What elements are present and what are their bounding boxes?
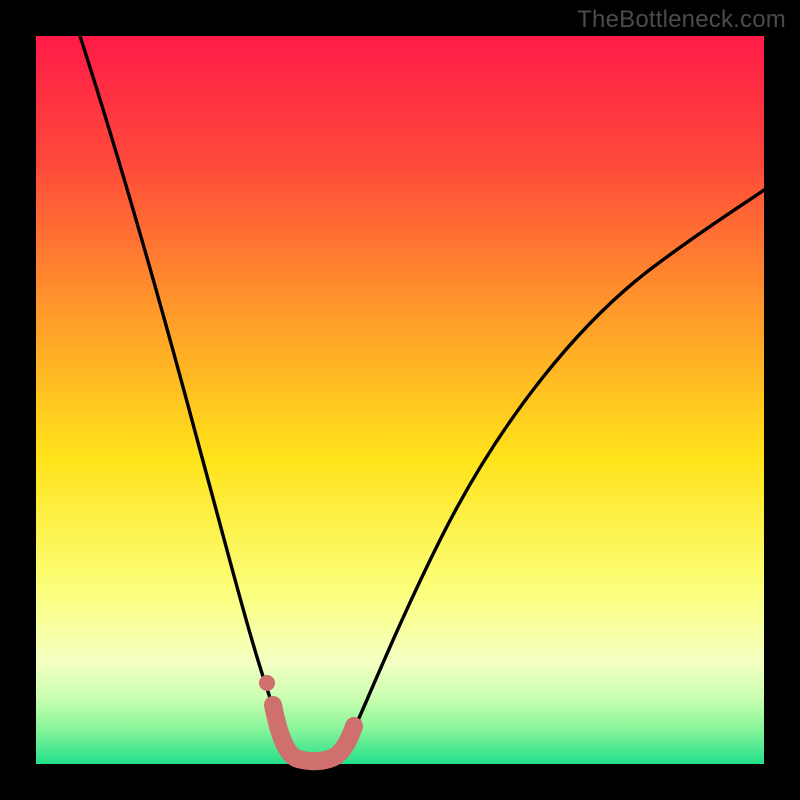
highlight-start-dot — [259, 675, 275, 691]
watermark-text: TheBottleneck.com — [577, 6, 786, 34]
plot-area — [36, 36, 764, 764]
chart-svg — [0, 0, 800, 800]
chart-frame: TheBottleneck.com — [0, 0, 800, 800]
